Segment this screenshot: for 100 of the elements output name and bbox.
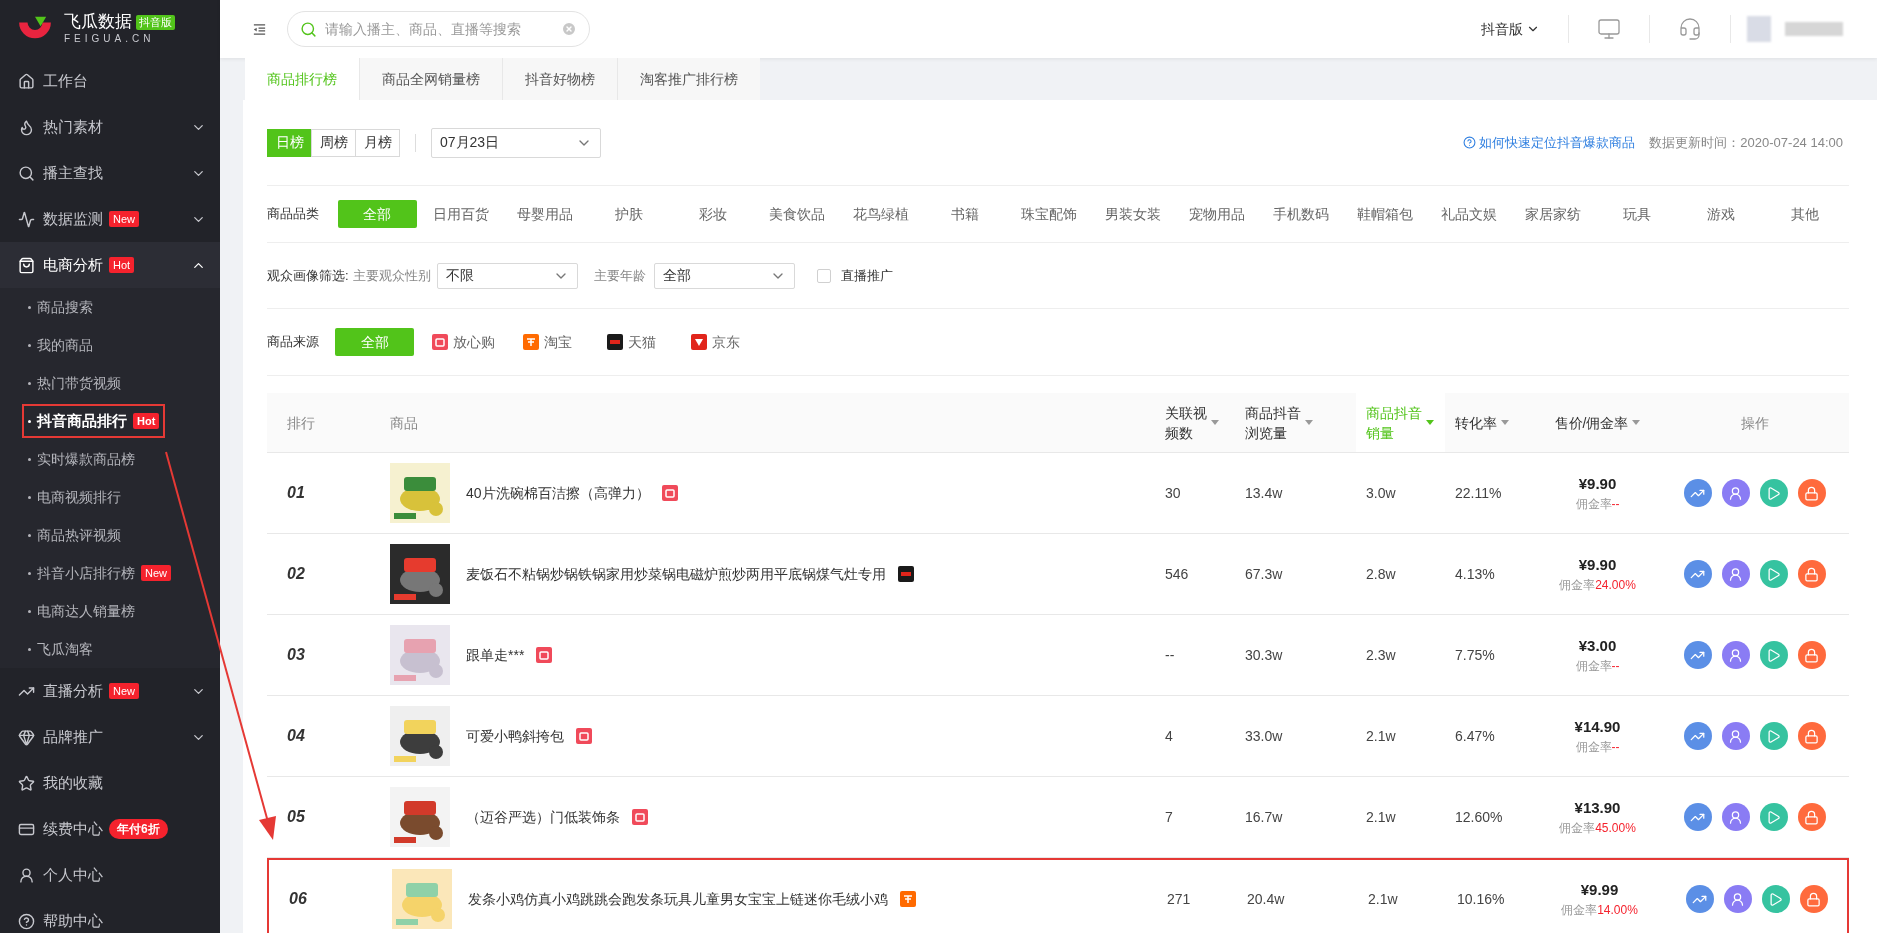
submenu-item[interactable]: 我的商品	[22, 328, 99, 362]
shop-button[interactable]	[1797, 560, 1826, 588]
tab[interactable]: 商品全网销量榜	[359, 58, 502, 100]
table-row[interactable]: 06 发条小鸡仿真小鸡跳跳会跑发条玩具儿童男女宝宝上链迷你毛绒小鸡 271 20.4w 2.1w 10.16% ¥9.99 佣金率14.00%	[267, 858, 1849, 933]
period-tab[interactable]: 月榜	[355, 128, 400, 157]
age-select[interactable]: 全部	[653, 262, 795, 289]
category-option[interactable]: 珠宝配饰	[1021, 200, 1077, 228]
tab[interactable]: 抖音好物榜	[502, 58, 617, 100]
product-name[interactable]: 麦饭石不粘锅炒锅铁锅家用炒菜锅电磁炉煎炒两用平底锅煤气灶专用	[466, 563, 886, 585]
shop-button[interactable]	[1797, 803, 1826, 831]
table-row[interactable]: 02 麦饭石不粘锅炒锅铁锅家用炒菜锅电磁炉煎炒两用平底锅煤气灶专用 546 67.3w 2.8w 4.13% ¥9.90 佣金率24.00%	[267, 534, 1849, 615]
sidebar-item[interactable]: 播主查找	[0, 150, 220, 196]
trend-button[interactable]	[1685, 885, 1714, 913]
submenu-item[interactable]: 飞瓜淘客	[22, 632, 99, 666]
category-option[interactable]: 美食饮品	[769, 200, 825, 228]
submenu-item[interactable]: 热门带货视频	[22, 366, 127, 400]
trend-button[interactable]	[1683, 803, 1712, 831]
sidebar-item[interactable]: 直播分析 New	[0, 668, 220, 714]
category-option[interactable]: 花鸟绿植	[853, 200, 909, 228]
date-select[interactable]: 07月23日	[431, 127, 601, 158]
video-button[interactable]	[1761, 885, 1790, 913]
column-header[interactable]: 转化率	[1445, 393, 1535, 452]
submenu-item[interactable]: 商品搜索	[22, 290, 99, 324]
product-name[interactable]: 跟单走***	[466, 644, 525, 666]
sidebar-item[interactable]: 续费中心 年付6折	[0, 806, 220, 852]
help-link[interactable]: 如何快速定位抖音爆款商品	[1463, 132, 1636, 153]
category-option[interactable]: 其他	[1791, 200, 1819, 228]
profile-button[interactable]	[1721, 803, 1750, 831]
live-promo-checkbox[interactable]	[816, 268, 831, 283]
video-button[interactable]	[1759, 560, 1788, 588]
product-name[interactable]: 发条小鸡仿真小鸡跳跳会跑发条玩具儿童男女宝宝上链迷你毛绒小鸡	[468, 888, 888, 910]
submenu-item[interactable]: 实时爆款商品榜	[22, 442, 141, 476]
category-option[interactable]: 彩妆	[699, 200, 727, 228]
product-name[interactable]: 40片洗碗棉百洁擦（高弹力）	[466, 482, 650, 504]
profile-button[interactable]	[1721, 560, 1750, 588]
source-option[interactable]: 放心购	[428, 328, 498, 356]
submenu-item[interactable]: 电商视频排行	[22, 480, 127, 514]
column-header[interactable]: 商品抖音浏览量	[1235, 393, 1356, 452]
sidebar-item[interactable]: 热门素材	[0, 104, 220, 150]
table-row[interactable]: 04 可爱小鸭斜挎包 4 33.0w 2.1w 6.47% ¥14.90 佣金率--	[267, 696, 1849, 777]
table-row[interactable]: 01 40片洗碗棉百洁擦（高弹力） 30 13.4w 3.0w 22.11% ¥9.90 佣金率--	[267, 453, 1849, 534]
product-name[interactable]: （迈谷严选）门低装饰条	[466, 806, 620, 828]
category-option[interactable]: 母婴用品	[517, 200, 573, 228]
column-header[interactable]: 关联视频数	[1155, 393, 1235, 452]
trend-button[interactable]	[1683, 479, 1712, 507]
shop-button[interactable]	[1797, 722, 1826, 750]
submenu-item[interactable]: 商品热评视频	[22, 518, 127, 552]
category-option[interactable]: 手机数码	[1273, 200, 1329, 228]
sidebar-item[interactable]: 帮助中心	[0, 898, 220, 933]
table-row[interactable]: 03 跟单走*** -- 30.3w 2.3w 7.75% ¥3.00 佣金率--	[267, 615, 1849, 696]
profile-button[interactable]	[1721, 722, 1750, 750]
category-option[interactable]: 护肤	[615, 200, 643, 228]
shop-button[interactable]	[1799, 885, 1828, 913]
sidebar-item[interactable]: 我的收藏	[0, 760, 220, 806]
headset-icon[interactable]	[1678, 17, 1702, 41]
play-icon	[1766, 728, 1781, 744]
column-header[interactable]: 售价/佣金率	[1535, 393, 1660, 452]
category-option[interactable]: 游戏	[1707, 200, 1735, 228]
profile-button[interactable]	[1723, 885, 1752, 913]
video-button[interactable]	[1759, 641, 1788, 669]
shop-button[interactable]	[1797, 479, 1826, 507]
source-option[interactable]: 天猫	[596, 328, 666, 356]
gender-select[interactable]: 不限	[436, 262, 578, 289]
source-option[interactable]: 京东	[680, 328, 750, 356]
menu-fold-icon[interactable]	[252, 21, 267, 37]
product-name[interactable]: 可爱小鸭斜挎包	[466, 725, 564, 747]
category-option[interactable]: 鞋帽箱包	[1357, 200, 1413, 228]
monitor-icon[interactable]	[1597, 17, 1621, 41]
table-row[interactable]: 05 （迈谷严选）门低装饰条 7 16.7w 2.1w 12.60% ¥13.90 佣金率45.00%	[267, 777, 1849, 858]
submenu-item[interactable]: 电商达人销量榜	[22, 594, 141, 628]
category-option[interactable]: 家居家纺	[1525, 200, 1581, 228]
table-cell-text: 22.11%	[1455, 483, 1502, 503]
trend-button[interactable]	[1683, 560, 1712, 588]
video-button[interactable]	[1759, 722, 1788, 750]
trend-button[interactable]	[1683, 641, 1712, 669]
category-option[interactable]: 日用百货	[433, 200, 489, 228]
category-option[interactable]: 玩具	[1623, 200, 1651, 228]
sidebar-item[interactable]: 电商分析 Hot	[0, 242, 220, 288]
search-field[interactable]: 请输入播主、商品、直播等搜索	[325, 18, 553, 40]
sidebar-item[interactable]: 数据监测 New	[0, 196, 220, 242]
edition-menu[interactable]: 抖音版	[1481, 18, 1568, 40]
profile-button[interactable]	[1721, 479, 1750, 507]
submenu-item[interactable]: 抖音商品排行 Hot	[22, 404, 166, 438]
category-option[interactable]: 男装女装	[1105, 200, 1161, 228]
video-button[interactable]	[1759, 479, 1788, 507]
sidebar-item[interactable]: 品牌推广	[0, 714, 220, 760]
submenu-item[interactable]: 抖音小店排行榜 New	[22, 556, 177, 590]
sidebar-item[interactable]: 工作台	[0, 58, 220, 104]
clear-icon[interactable]	[561, 21, 577, 37]
sidebar-item[interactable]: 个人中心	[0, 852, 220, 898]
shop-button[interactable]	[1797, 641, 1826, 669]
profile-button[interactable]	[1721, 641, 1750, 669]
category-option[interactable]: 宠物用品	[1189, 200, 1245, 228]
period-tab[interactable]: 周榜	[311, 128, 356, 157]
tab[interactable]: 淘客推广排行榜	[617, 58, 760, 100]
trend-button[interactable]	[1683, 722, 1712, 750]
category-option[interactable]: 礼品文娱	[1441, 200, 1497, 228]
source-option[interactable]: 淘宝	[512, 328, 582, 356]
category-option[interactable]: 书籍	[951, 200, 979, 228]
video-button[interactable]	[1759, 803, 1788, 831]
